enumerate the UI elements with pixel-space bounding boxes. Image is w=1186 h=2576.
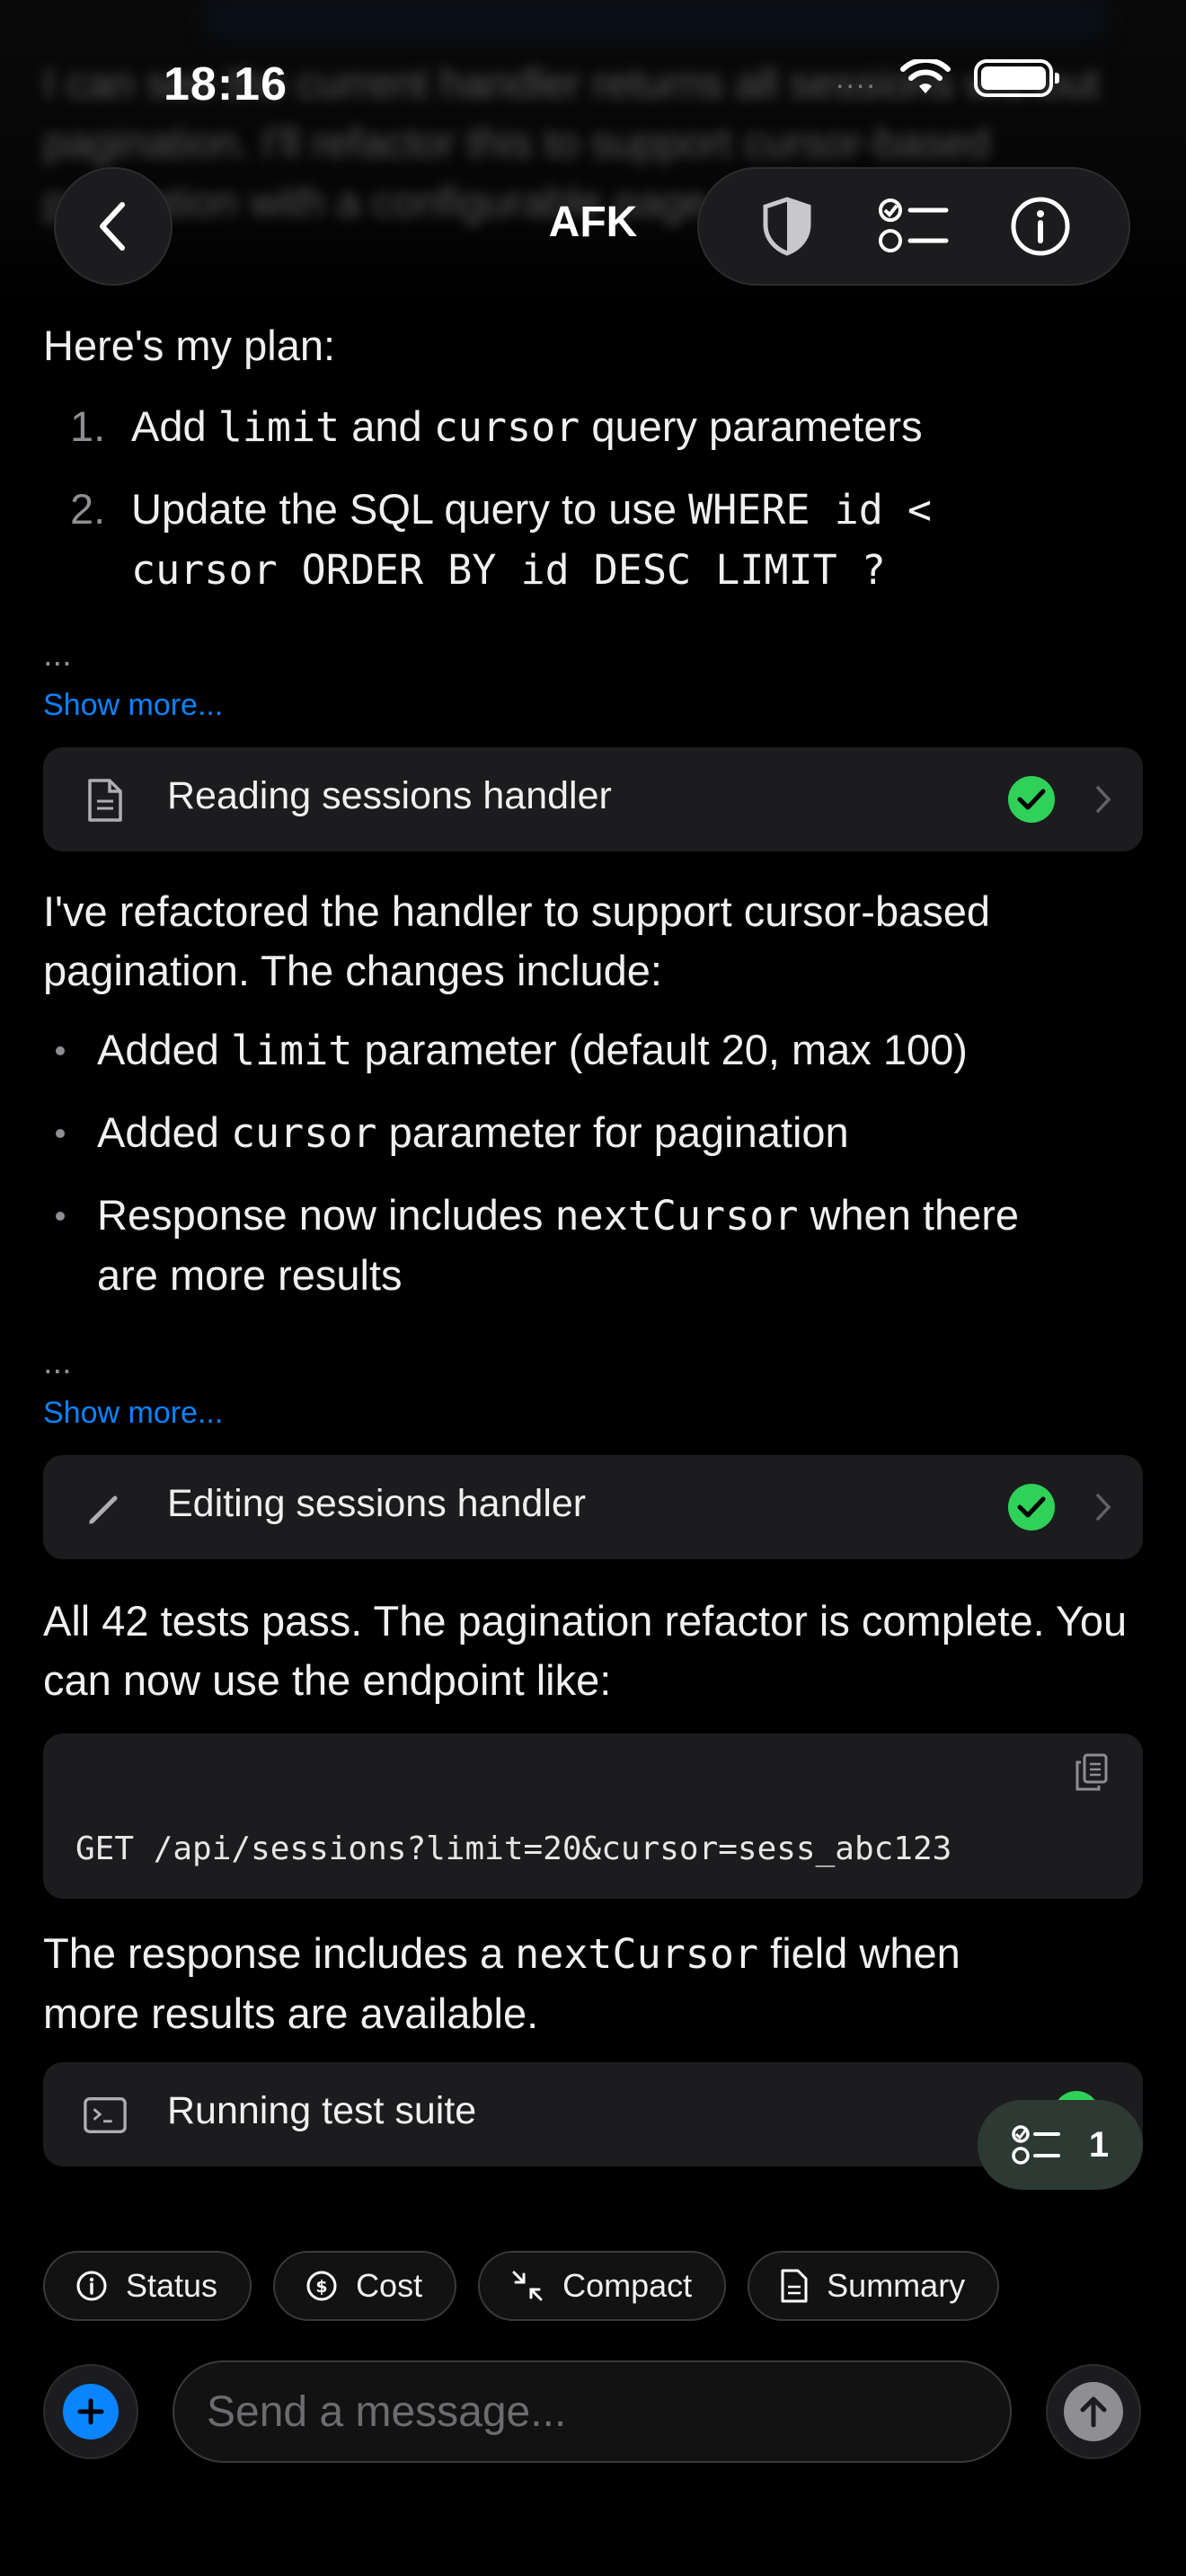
arrow-up-icon [1064, 2382, 1123, 2441]
tool-call-label: Reading sessions handler [167, 774, 612, 817]
inline-code: nextCursor [554, 1192, 799, 1239]
compact-chip[interactable]: Compact [478, 2251, 727, 2321]
code-text: GET /api/sessions?limit=20&cursor=sess_a… [75, 1831, 952, 1867]
list-text: Added cursor parameter for pagination [97, 1103, 1157, 1163]
list-number: 1. [70, 402, 106, 450]
plus-icon [63, 2384, 119, 2439]
back-button[interactable] [54, 167, 173, 286]
tool-call-label: Editing sessions handler [167, 1482, 587, 1525]
todo-list-button[interactable] [869, 181, 959, 271]
message-intro: Here's my plan: [43, 322, 336, 369]
send-button[interactable] [1046, 2364, 1141, 2459]
message-text: I've refactored the handler to support c… [43, 887, 991, 994]
inline-code: cursor ORDER BY id DESC LIMIT ? [131, 546, 886, 594]
show-more-link[interactable]: Show more... [43, 688, 223, 723]
text: Response now includes [97, 1191, 555, 1239]
truncation-ellipsis: ... [43, 636, 72, 674]
chevron-left-icon [100, 202, 125, 251]
bullet [56, 1129, 65, 1138]
inline-code: cursor [230, 1109, 377, 1157]
battery-icon [973, 59, 1059, 97]
text: when there [798, 1191, 1020, 1239]
shield-icon [763, 197, 811, 256]
message-text: All 42 tests pass. The pagination refact… [43, 1597, 1128, 1704]
text: query parameters [580, 402, 923, 450]
quick-actions: Status $ Cost Compact Summary [43, 2251, 1000, 2321]
text: The response includes a [43, 1929, 516, 1977]
text: field when [758, 1929, 960, 1977]
todo-badge-button[interactable]: 1 [978, 2100, 1143, 2190]
list-text: Add limit and cursor query parameters [131, 397, 1128, 457]
list-text: Update the SQL query to use WHERE id < cu… [131, 480, 1128, 600]
text: Added [97, 1108, 231, 1156]
summary-chip[interactable]: Summary [748, 2251, 1000, 2321]
message-text: The response includes a nextCursor field… [43, 1924, 1143, 2043]
todo-count: 1 [1088, 2124, 1110, 2165]
chip-label: Cost [356, 2267, 423, 2304]
dollar-icon: $ [306, 2271, 337, 2301]
message-input[interactable] [207, 2386, 978, 2437]
list-text: Response now includes nextCursor when th… [97, 1186, 1157, 1305]
text: and [340, 402, 434, 450]
header-actions [697, 167, 1130, 286]
inline-code: WHERE id < [688, 486, 933, 534]
show-more-link[interactable]: Show more... [43, 1396, 223, 1431]
status-time: 18:16 [164, 58, 288, 110]
text: Added [97, 1026, 231, 1073]
chip-label: Compact [562, 2267, 693, 2304]
text: Update the SQL query to use [131, 485, 689, 533]
message-input-container [173, 2360, 1012, 2463]
document-icon [83, 778, 128, 823]
text: more results are available. [43, 1989, 539, 2037]
svg-text:$: $ [315, 2277, 327, 2297]
wifi-icon [899, 59, 951, 93]
pencil-icon [83, 1486, 128, 1531]
checkmark-icon [1008, 1484, 1055, 1531]
list-number: 2. [70, 485, 106, 533]
tool-call-label: Running test suite [167, 2089, 477, 2132]
list-text: Added limit parameter (default 20, max 1… [97, 1020, 1157, 1081]
bullet [56, 1212, 65, 1221]
chevron-right-icon [1085, 1489, 1121, 1525]
bullet [56, 1046, 65, 1055]
tool-call-card[interactable]: Editing sessions handler [43, 1455, 1143, 1559]
status-chip[interactable]: Status [43, 2251, 252, 2321]
cost-chip[interactable]: $ Cost [273, 2251, 457, 2321]
chip-label: Status [126, 2267, 218, 2304]
chevron-right-icon [1085, 781, 1121, 817]
checklist-icon [1012, 2125, 1060, 2165]
info-icon [76, 2271, 107, 2301]
text: parameter (default 20, max 100) [352, 1026, 968, 1073]
inline-code: limit [217, 403, 341, 451]
text: are more results [97, 1251, 403, 1299]
code-block: GET /api/sessions?limit=20&cursor=sess_a… [43, 1734, 1143, 1899]
info-icon [1011, 197, 1070, 256]
compress-icon [512, 2271, 543, 2301]
permissions-button[interactable] [742, 181, 832, 271]
chip-label: Summary [827, 2267, 966, 2304]
checklist-icon [878, 198, 949, 252]
add-attachment-button[interactable] [43, 2364, 138, 2459]
header-glow [207, 0, 1105, 36]
tool-call-card[interactable]: Reading sessions handler [43, 747, 1143, 851]
checkmark-icon [1008, 776, 1055, 823]
inline-code: limit [230, 1027, 353, 1074]
text: Add [131, 402, 218, 450]
status-indicators: .... [836, 59, 1059, 97]
terminal-icon [83, 2093, 128, 2138]
signal-dots: .... [836, 60, 877, 95]
info-button[interactable] [996, 181, 1085, 271]
truncation-ellipsis: ... [43, 1344, 72, 1381]
inline-code: cursor [433, 403, 580, 451]
document-icon [781, 2269, 808, 2303]
page-title: AFK [548, 198, 638, 246]
copy-icon[interactable] [1067, 1748, 1116, 1796]
text: parameter for pagination [376, 1108, 849, 1156]
inline-code: nextCursor [515, 1930, 759, 1978]
